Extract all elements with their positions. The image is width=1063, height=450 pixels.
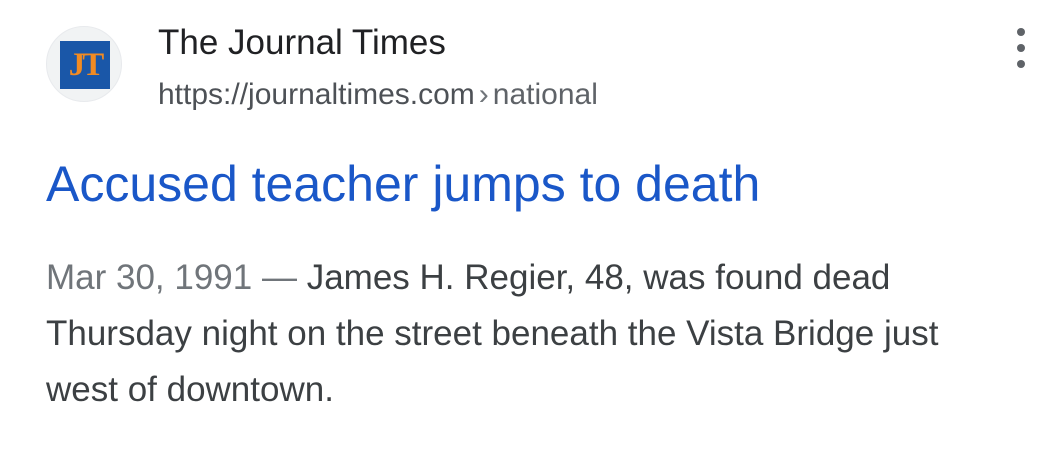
result-date: Mar 30, 1991 bbox=[46, 258, 253, 297]
more-vert-icon bbox=[1017, 28, 1025, 36]
url-domain: https://journaltimes.com bbox=[158, 78, 475, 111]
result-source[interactable]: JT The Journal Times https://journaltime… bbox=[46, 22, 1046, 122]
result-title-link[interactable]: Accused teacher jumps to death bbox=[46, 152, 760, 216]
url-breadcrumb: national bbox=[492, 78, 598, 111]
result-snippet: Mar 30, 1991 — James H. Regier, 48, was … bbox=[46, 250, 1006, 418]
date-dash: — bbox=[261, 258, 297, 297]
site-name[interactable]: The Journal Times bbox=[158, 22, 446, 64]
site-url[interactable]: https://journaltimes.com › national bbox=[158, 76, 598, 114]
more-vert-icon-dot-3 bbox=[1017, 60, 1025, 68]
favicon-container: JT bbox=[46, 26, 122, 102]
site-logo-icon: JT bbox=[60, 41, 110, 89]
more-options-button[interactable] bbox=[1011, 28, 1031, 68]
more-vert-icon-dot-2 bbox=[1017, 44, 1025, 52]
breadcrumb-separator: › bbox=[478, 78, 489, 111]
search-result: JT The Journal Times https://journaltime… bbox=[0, 0, 1063, 450]
